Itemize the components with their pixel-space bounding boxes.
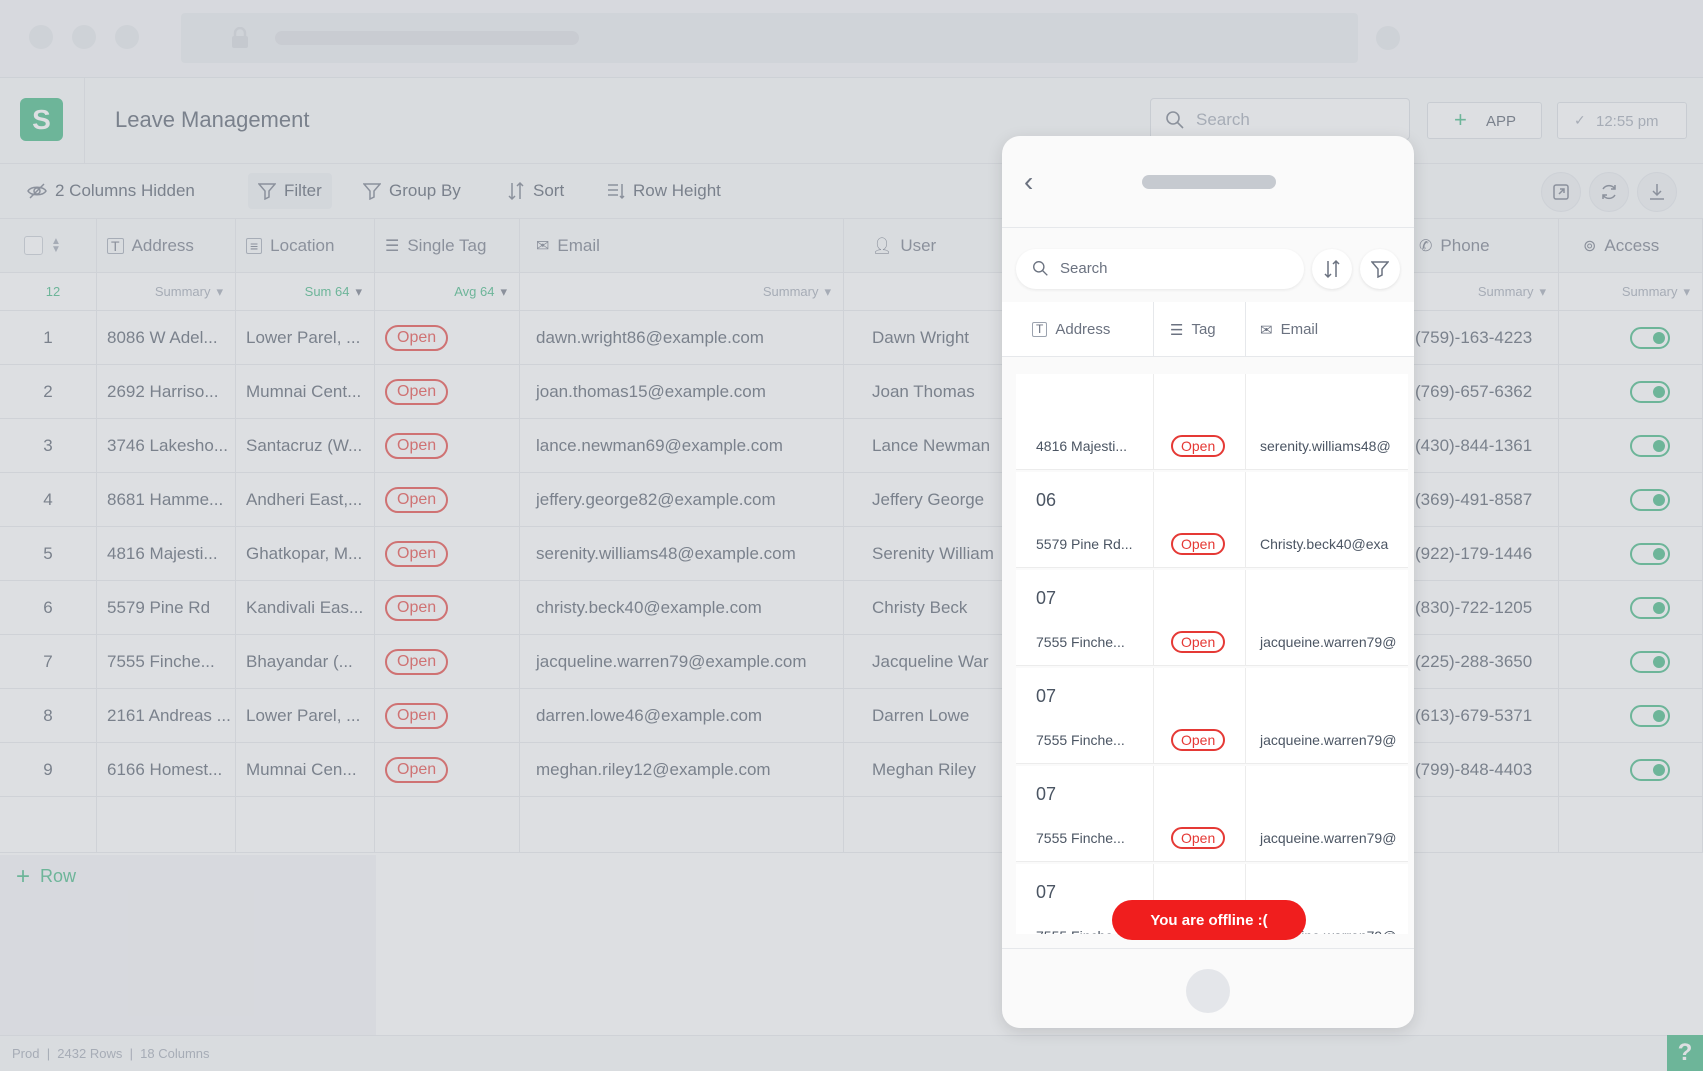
mobile-search-input[interactable]: Search (1016, 249, 1304, 289)
card-email: Christy.beck40@exa (1260, 536, 1389, 552)
sort-icon (1324, 259, 1340, 279)
card-address: 7555 Finche... (1036, 928, 1125, 934)
card-email: serenity.williams48@ (1260, 438, 1391, 454)
card-address: 5579 Pine Rd... (1036, 536, 1133, 552)
mobile-filter-button[interactable] (1360, 249, 1400, 289)
mobile-column-tag[interactable]: ☰ Tag (1154, 302, 1246, 357)
mobile-column-address[interactable]: T Address (1002, 302, 1154, 357)
status-badge: Open (1171, 729, 1226, 751)
status-badge: Open (1171, 533, 1226, 555)
mobile-sort-button[interactable] (1312, 249, 1352, 289)
mobile-search-placeholder: Search (1060, 260, 1108, 277)
text-field-icon: T (1032, 322, 1048, 337)
card-group-label: 07 (1036, 686, 1057, 706)
card-tag-cell: Open (1154, 766, 1246, 862)
filter-icon (1371, 261, 1389, 278)
mobile-column-header: T Address ☰ Tag ✉ Email (1002, 302, 1414, 357)
card-address: 4816 Majesti... (1036, 438, 1128, 454)
card-group-label: 06 (1036, 490, 1057, 510)
card-tag-cell: Open (1154, 570, 1246, 666)
search-icon (1033, 261, 1048, 276)
mobile-record-card[interactable]: 4816 Majesti... Open serenity.williams48@ (1016, 374, 1408, 470)
offline-toast: You are offline :( (1112, 900, 1306, 940)
card-address: 7555 Finche... (1036, 634, 1125, 650)
card-address: 7555 Finche... (1036, 732, 1125, 748)
card-tag-cell: Open (1154, 668, 1246, 764)
mobile-record-card[interactable]: 07 7555 Finche... Open jacqueine.warren79@ (1016, 668, 1408, 764)
mobile-bottom-bar (1002, 948, 1414, 1028)
card-address-cell: 07 7555 Finche... (1016, 570, 1154, 666)
mobile-preview-panel: ‹ Search T Address ☰ Tag ✉ Email 4816 Majes… (1002, 136, 1414, 1028)
tag-icon: ☰ (1170, 321, 1184, 339)
mobile-column-email[interactable]: ✉ Email (1246, 302, 1414, 357)
card-group-label: 07 (1036, 784, 1057, 804)
mobile-record-card[interactable]: 07 7555 Finche... Open jacqueine.warren79@ (1016, 570, 1408, 666)
status-badge: Open (1171, 827, 1226, 849)
status-badge: Open (1171, 435, 1226, 457)
card-group-label: 07 (1036, 588, 1057, 608)
column-label: Address (1055, 321, 1111, 338)
card-email: jacqueine.warren79@ (1260, 634, 1397, 650)
mobile-record-card[interactable]: 07 7555 Finche... Open jacqueine.warren79@ (1016, 766, 1408, 862)
card-address-cell: 07 7555 Finche... (1016, 766, 1154, 862)
status-badge: Open (1171, 631, 1226, 653)
card-address: 7555 Finche... (1036, 830, 1125, 846)
card-email: jacqueine.warren79@ (1260, 732, 1397, 748)
mobile-title-placeholder (1142, 175, 1276, 189)
back-chevron-icon[interactable]: ‹ (1024, 166, 1033, 198)
home-button[interactable] (1186, 969, 1230, 1013)
card-tag-cell: Open (1154, 472, 1246, 568)
mobile-record-card[interactable]: 06 5579 Pine Rd... Open Christy.beck40@exa (1016, 472, 1408, 568)
card-email-cell: jacqueine.warren79@ (1246, 668, 1408, 764)
card-address-cell: 4816 Majesti... (1016, 374, 1154, 470)
card-email-cell: jacqueine.warren79@ (1246, 570, 1408, 666)
column-label: Email (1280, 321, 1319, 338)
column-label: Tag (1191, 321, 1216, 338)
mobile-top-bar: ‹ (1002, 136, 1414, 228)
mail-icon: ✉ (1260, 321, 1273, 339)
card-email-cell: Christy.beck40@exa (1246, 472, 1408, 568)
card-email-cell: jacqueine.warren79@ (1246, 766, 1408, 862)
card-tag-cell: Open (1154, 374, 1246, 470)
card-address-cell: 07 7555 Finche... (1016, 668, 1154, 764)
card-email-cell: serenity.williams48@ (1246, 374, 1408, 470)
modal-backdrop[interactable] (0, 0, 1703, 1071)
card-email: jacqueine.warren79@ (1260, 830, 1397, 846)
mobile-record-list[interactable]: 4816 Majesti... Open serenity.williams48@ 0… (1016, 374, 1408, 934)
card-group-label: 07 (1036, 882, 1057, 902)
card-address-cell: 06 5579 Pine Rd... (1016, 472, 1154, 568)
